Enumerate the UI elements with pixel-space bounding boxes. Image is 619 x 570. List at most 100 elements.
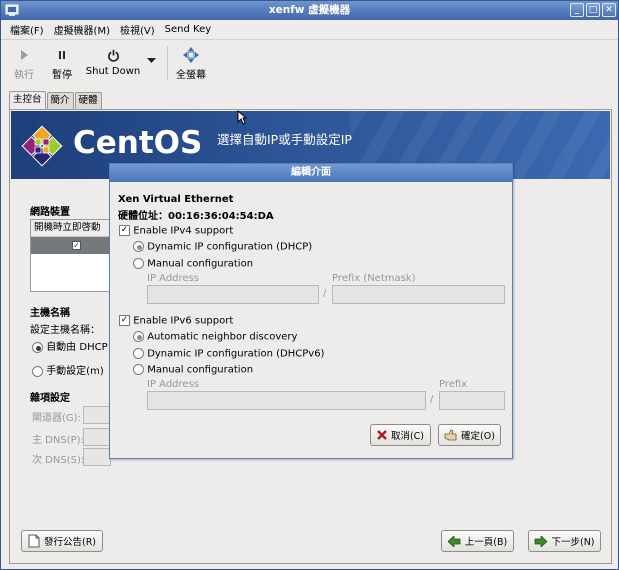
dialog-ok-button[interactable]: 確定(O) [438, 424, 501, 446]
ipv6-manual-radio[interactable] [133, 364, 144, 375]
ipv6-separator: / [430, 394, 434, 405]
tab-console[interactable]: 主控台 [9, 91, 46, 109]
power-icon [107, 49, 119, 62]
hardware-address: 硬體位址：00:16:36:04:54:DA [118, 211, 274, 222]
centos-brand-text: CentOS [73, 125, 203, 161]
centos-logo-icon [21, 125, 63, 167]
pause-icon [59, 51, 65, 59]
arrow-left-icon [447, 535, 461, 547]
network-device-list[interactable]: 開機時立即啓動 ✓ [30, 219, 110, 292]
minimize-button[interactable]: _ [570, 3, 584, 17]
network-devices-label: 網路裝置 [30, 207, 70, 218]
fullscreen-label: 全螢幕 [176, 70, 206, 81]
tab-bar: 主控台 簡介 硬體 [9, 91, 103, 109]
menu-virtual-machine[interactable]: 虛擬機器(M) [49, 22, 115, 37]
cancel-x-icon [377, 430, 387, 440]
ipv4-manual-label: Manual configuration [147, 258, 254, 270]
toolbar-separator [167, 46, 168, 80]
device-name: Xen Virtual Ethernet [118, 194, 234, 205]
ipv4-dhcp-option[interactable]: Dynamic IP configuration (DHCP) [133, 241, 312, 253]
pause-label: 暫停 [52, 70, 72, 81]
back-button[interactable]: 上一頁(B) [441, 530, 514, 552]
ipv6-auto-radio[interactable] [133, 331, 144, 342]
run-button[interactable]: 執行 [9, 44, 39, 81]
menu-file[interactable]: 檔案(F) [5, 22, 49, 37]
ipv4-ip-label: IP Address [147, 273, 199, 284]
secondary-dns-input[interactable] [83, 448, 111, 466]
menu-view[interactable]: 檢視(V) [115, 22, 160, 37]
hostname-auto-dhcp-option[interactable]: 自動由 DHCP [32, 338, 108, 353]
mouse-pointer-icon [237, 110, 247, 125]
ipv4-ip-input[interactable] [147, 285, 319, 304]
secondary-dns-label: 次 DNS(S): [32, 455, 85, 466]
fullscreen-icon [183, 47, 199, 63]
arrow-right-icon [535, 535, 548, 547]
ipv4-manual-radio[interactable] [133, 258, 144, 269]
hostname-manual-label: 手動設定(m) [46, 366, 104, 377]
gateway-label: 閘道器(G): [32, 413, 81, 424]
ipv6-enable-checkbox[interactable]: ✓ [119, 315, 130, 326]
fullscreen-button[interactable]: 全螢幕 [173, 44, 209, 81]
cancel-label: 取消(C) [390, 431, 425, 442]
shutdown-button[interactable]: Shut Down [85, 44, 141, 77]
device-active-checkbox[interactable]: ✓ [72, 241, 81, 250]
ipv6-prefix-label: Prefix [439, 379, 468, 390]
dialog-title: 編輯介面 [110, 164, 512, 182]
hostname-section-label: 主機名稱 [30, 308, 70, 319]
tab-overview[interactable]: 簡介 [46, 92, 74, 109]
ipv4-dhcp-radio[interactable] [133, 241, 144, 252]
menu-bar: 檔案(F) 虛擬機器(M) 檢視(V) Send Key [1, 20, 618, 38]
hostname-manual-radio[interactable] [32, 365, 43, 377]
document-icon [28, 534, 40, 548]
gateway-input[interactable] [83, 406, 111, 424]
hostname-auto-radio[interactable] [32, 341, 43, 353]
release-notes-button[interactable]: 發行公告(R) [21, 530, 103, 552]
next-label: 下一步(N) [551, 537, 595, 548]
ipv6-ip-input[interactable] [147, 391, 426, 410]
hostname-setting-label: 設定主機名稱： [30, 325, 100, 336]
hostname-manual-option[interactable]: 手動設定(m) [32, 362, 104, 377]
ipv4-manual-option[interactable]: Manual configuration [133, 258, 253, 270]
misc-settings-label: 雜項設定 [30, 393, 70, 404]
ipv6-dhcp-option[interactable]: Dynamic IP configuration (DHCPv6) [133, 348, 324, 360]
device-list-row[interactable]: ✓ [31, 237, 109, 254]
ipv4-dhcp-label: Dynamic IP configuration (DHCP) [147, 241, 313, 253]
toolbar: 執行 暫停 Shut Down 全螢幕 [1, 39, 618, 87]
ok-hand-icon [444, 429, 457, 441]
ipv6-dhcp-radio[interactable] [133, 348, 144, 359]
banner-title: 選擇自動IP或手動設定IP [217, 132, 352, 147]
release-notes-label: 發行公告(R) [43, 537, 96, 548]
ok-label: 確定(O) [461, 431, 495, 442]
ipv6-ip-label: IP Address [147, 379, 199, 390]
menu-send-key[interactable]: Send Key [160, 24, 217, 35]
ipv4-enable-option[interactable]: ✓ Enable IPv4 support [119, 225, 233, 237]
ipv6-auto-option[interactable]: Automatic neighbor discovery [133, 331, 297, 343]
close-button[interactable]: ✕ [602, 3, 616, 17]
vm-window: xenfw 虛擬機器 _ □ ✕ 檔案(F) 虛擬機器(M) 檢視(V) Sen… [0, 0, 619, 570]
ipv6-enable-option[interactable]: ✓ Enable IPv6 support [119, 315, 233, 327]
ipv4-separator: / [323, 288, 327, 299]
ipv6-manual-option[interactable]: Manual configuration [133, 364, 253, 376]
ipv6-auto-label: Automatic neighbor discovery [147, 331, 298, 343]
window-menu-icon[interactable] [5, 3, 19, 17]
next-button[interactable]: 下一步(N) [528, 530, 601, 552]
tab-hardware[interactable]: 硬體 [74, 92, 102, 109]
play-icon [21, 50, 28, 60]
shutdown-menu-arrow-icon[interactable] [147, 58, 156, 64]
run-label: 執行 [14, 70, 34, 81]
pause-button[interactable]: 暫停 [47, 44, 77, 81]
primary-dns-label: 主 DNS(P): [32, 435, 84, 446]
title-bar: xenfw 虛擬機器 _ □ ✕ [1, 1, 618, 20]
edit-interface-dialog: 編輯介面 Xen Virtual Ethernet 硬體位址：00:16:36:… [109, 163, 513, 459]
back-label: 上一頁(B) [464, 537, 508, 548]
ipv4-enable-checkbox[interactable]: ✓ [119, 225, 130, 236]
dialog-cancel-button[interactable]: 取消(C) [370, 424, 431, 446]
shutdown-label: Shut Down [85, 66, 141, 77]
ipv4-prefix-input[interactable] [332, 285, 505, 304]
primary-dns-input[interactable] [83, 428, 111, 446]
maximize-button[interactable]: □ [586, 3, 600, 17]
window-title: xenfw 虛擬機器 [268, 4, 351, 16]
hostname-auto-label: 自動由 DHCP [46, 342, 108, 353]
ipv6-prefix-input[interactable] [439, 391, 505, 410]
ipv6-manual-label: Manual configuration [147, 364, 254, 376]
